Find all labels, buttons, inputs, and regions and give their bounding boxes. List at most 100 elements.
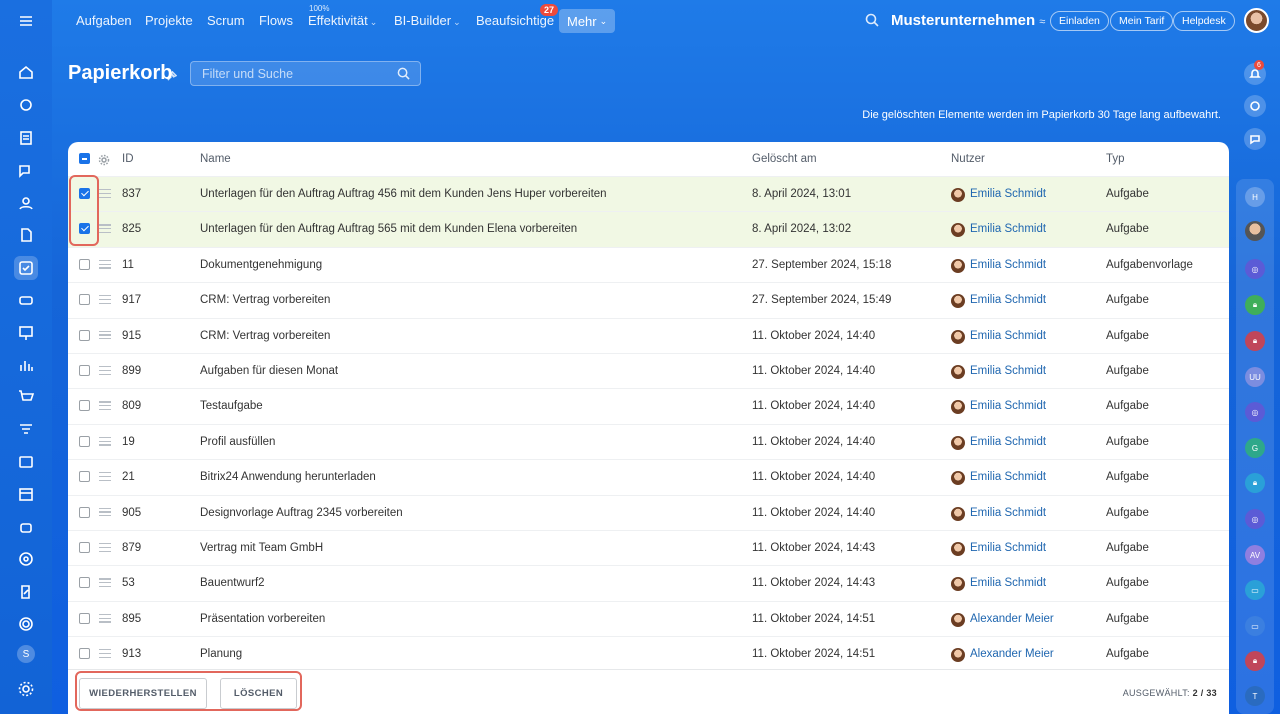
drag-handle-icon[interactable] — [99, 401, 111, 411]
filter-search-box[interactable] — [190, 61, 421, 86]
row-user-link[interactable]: Emilia Schmidt — [970, 259, 1046, 271]
row-user-link[interactable]: Emilia Schmidt — [970, 330, 1046, 342]
nav-scrum[interactable]: Scrum — [207, 13, 245, 28]
nav-projekte[interactable]: Projekte — [145, 13, 193, 28]
row-checkbox[interactable] — [79, 542, 90, 553]
select-all-checkbox[interactable] — [79, 153, 90, 164]
contact-card-icon[interactable]: ▭ — [1245, 616, 1265, 636]
drag-handle-icon[interactable] — [99, 507, 111, 518]
row-user-link[interactable]: Alexander Meier — [970, 648, 1054, 660]
row-checkbox[interactable] — [79, 577, 90, 589]
target-icon[interactable] — [14, 547, 38, 571]
drag-handle-icon[interactable] — [99, 649, 111, 659]
document-icon[interactable] — [14, 223, 38, 247]
chat-avatar-photo[interactable] — [1245, 221, 1265, 241]
nav-flows[interactable]: Flows — [259, 13, 293, 28]
table-row[interactable]: 895 Präsentation vorbereiten 11. Oktober 2… — [68, 602, 1229, 638]
column-settings-gear-icon[interactable] — [98, 153, 110, 171]
table-row[interactable]: 21 Bitrix24 Anwendung herunterladen 11. Ok… — [68, 460, 1229, 496]
global-search-icon[interactable] — [865, 13, 879, 32]
row-user-link[interactable]: Emilia Schmidt — [970, 365, 1046, 377]
column-header-user[interactable]: Nutzer — [951, 153, 985, 165]
tasks-icon[interactable] — [14, 256, 38, 280]
row-checkbox[interactable] — [79, 648, 90, 660]
drag-handle-icon[interactable] — [99, 436, 111, 447]
user-avatar-small[interactable]: S — [17, 645, 35, 663]
column-header-type[interactable]: Typ — [1106, 153, 1125, 165]
drag-handle-icon[interactable] — [99, 578, 111, 588]
row-checkbox[interactable] — [79, 329, 90, 341]
drag-handle-icon[interactable] — [99, 366, 111, 376]
chat-avatar[interactable]: T — [1245, 686, 1265, 706]
copilot-icon[interactable] — [1244, 95, 1266, 117]
drag-handle-icon[interactable] — [99, 189, 111, 199]
users-icon[interactable] — [14, 191, 38, 215]
row-user-link[interactable]: Emilia Schmidt — [970, 400, 1046, 412]
nav-aufgaben[interactable]: Aufgaben — [76, 13, 132, 28]
company-name[interactable]: Musterunternehmen ≈ — [891, 12, 1045, 29]
table-row[interactable]: 825 Unterlagen für den Auftrag Auftrag 56… — [68, 212, 1229, 248]
table-row[interactable]: 879 Vertrag mit Team GmbH 11. Oktober 2024… — [68, 531, 1229, 567]
row-user-link[interactable]: Emilia Schmidt — [970, 294, 1046, 306]
my-plan-button[interactable]: Mein Tarif — [1110, 11, 1174, 31]
drive-icon[interactable] — [14, 288, 38, 312]
chat-group-icon[interactable]: ◎ — [1245, 259, 1265, 279]
row-user-link[interactable]: Alexander Meier — [970, 613, 1054, 625]
table-row[interactable]: 53 Bauentwurf2 11. Oktober 2024, 14:43 Emil… — [68, 566, 1229, 602]
home-icon[interactable] — [14, 60, 38, 84]
nav-bi-builder[interactable]: BI-Builder ⌄ — [394, 13, 461, 28]
lock-chat-icon[interactable]: 🔒︎ — [1245, 473, 1265, 493]
filter-search-input[interactable] — [191, 62, 391, 85]
table-row[interactable]: 19 Profil ausfüllen 11. Oktober 2024, 14:4… — [68, 425, 1229, 461]
row-checkbox[interactable] — [79, 258, 90, 270]
helpdesk-button[interactable]: Helpdesk — [1173, 11, 1235, 31]
menu-icon[interactable] — [14, 9, 38, 33]
column-header-deleted[interactable]: Gelöscht am — [752, 153, 817, 165]
column-header-id[interactable]: ID — [122, 153, 134, 165]
puzzle-icon[interactable] — [14, 93, 38, 117]
row-checkbox[interactable] — [79, 400, 90, 412]
table-row[interactable]: 11 Dokumentgenehmigung 27. September 2024,… — [68, 248, 1229, 284]
row-user-link[interactable]: Emilia Schmidt — [970, 188, 1046, 200]
sign-document-icon[interactable] — [14, 580, 38, 604]
lock-chat-icon[interactable]: 🔒︎ — [1245, 651, 1265, 671]
row-user-link[interactable]: Emilia Schmidt — [970, 507, 1046, 519]
row-user-link[interactable]: Emilia Schmidt — [970, 471, 1046, 483]
contact-card-icon[interactable] — [14, 450, 38, 474]
table-row[interactable]: 837 Unterlagen für den Auftrag Auftrag 45… — [68, 177, 1229, 213]
chat-avatar[interactable]: G — [1245, 438, 1265, 458]
settings-gear-icon[interactable] — [14, 677, 38, 701]
presentation-icon[interactable] — [14, 321, 38, 345]
calendar-icon[interactable] — [14, 482, 38, 506]
column-header-name[interactable]: Name — [200, 153, 231, 165]
drag-handle-icon[interactable] — [99, 472, 111, 482]
nav-mehr[interactable]: Mehr ⌄ — [559, 9, 616, 33]
feed-icon[interactable] — [14, 126, 38, 150]
chat-icon[interactable] — [14, 159, 38, 183]
pin-icon[interactable] — [166, 69, 178, 87]
row-checkbox[interactable] — [79, 365, 90, 376]
drag-handle-icon[interactable] — [99, 259, 111, 270]
search-icon[interactable] — [397, 67, 410, 85]
row-user-link[interactable]: Emilia Schmidt — [970, 542, 1046, 554]
drag-handle-icon[interactable] — [99, 613, 111, 624]
invite-button[interactable]: Einladen — [1050, 11, 1109, 31]
chat-group-icon[interactable]: ◎ — [1245, 402, 1265, 422]
chat-avatar[interactable]: UU — [1245, 367, 1265, 387]
chat-avatar[interactable]: AV — [1245, 545, 1265, 565]
filter-funnel-icon[interactable] — [14, 418, 38, 442]
nav-effektivitaet[interactable]: Effektivität ⌄ — [308, 13, 377, 28]
row-checkbox[interactable] — [79, 506, 90, 518]
chat-bubble-icon[interactable]: ▭ — [1245, 580, 1265, 600]
row-checkbox[interactable] — [79, 471, 90, 483]
chat-group-icon[interactable]: ◎ — [1245, 509, 1265, 529]
cart-icon[interactable] — [14, 385, 38, 409]
table-row[interactable]: 913 Planung 11. Oktober 2024, 14:51 Alexand… — [68, 637, 1229, 673]
row-user-link[interactable]: Emilia Schmidt — [970, 577, 1046, 589]
analytics-icon[interactable] — [14, 353, 38, 377]
table-row[interactable]: 917 CRM: Vertrag vorbereiten 27. September… — [68, 283, 1229, 319]
row-user-link[interactable]: Emilia Schmidt — [970, 223, 1046, 235]
row-checkbox[interactable] — [79, 294, 90, 306]
support-icon[interactable] — [14, 612, 38, 636]
row-checkbox[interactable] — [79, 612, 90, 624]
